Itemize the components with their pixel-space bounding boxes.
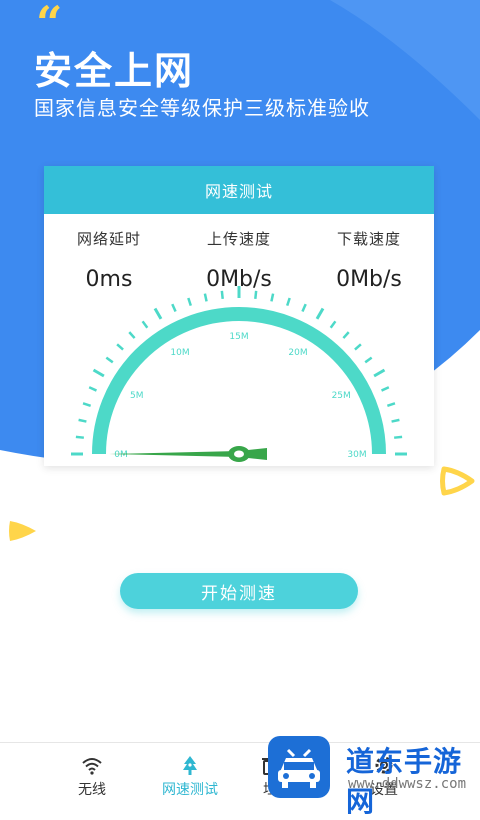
gauge-tick — [171, 303, 177, 312]
gauge-tick — [391, 418, 400, 423]
gauge-tick — [75, 435, 84, 439]
gauge-hub-center — [234, 450, 244, 458]
gauge-tick — [78, 418, 87, 423]
wifi-icon — [82, 758, 102, 775]
gauge-tick — [315, 307, 325, 320]
gauge-tick — [153, 307, 163, 320]
gauge-tick — [116, 343, 124, 351]
play-outline-icon — [440, 466, 475, 496]
watermark: 道东手游网 www.ddwwsz.com — [268, 736, 480, 818]
gauge-tick — [364, 356, 373, 364]
gauge-tick — [254, 290, 258, 299]
gauge-tick — [373, 368, 386, 378]
speedtest-icon — [183, 756, 197, 775]
gauge-tick — [354, 343, 362, 351]
gauge-tick — [105, 356, 114, 364]
watermark-url: www.ddwwsz.com — [348, 776, 467, 792]
gauge-label: 25M — [332, 391, 351, 401]
gauge-needle — [109, 446, 267, 462]
gauge-label: 5M — [130, 391, 144, 401]
gauge-label: 0M — [114, 450, 128, 460]
gauge-tick — [82, 402, 92, 407]
car-icon — [278, 748, 320, 788]
gauge-tick — [329, 320, 337, 329]
gauge-label: 20M — [288, 348, 307, 358]
tab-wireless[interactable]: 无线 — [44, 743, 140, 801]
gauge-tick — [342, 331, 350, 339]
gauge-tick — [128, 331, 136, 339]
gauge-tick — [88, 386, 97, 392]
gauge-tick — [203, 293, 208, 302]
tab-wireless-label: 无线 — [78, 782, 106, 798]
gauge-tick — [394, 435, 403, 439]
start-test-button[interactable]: 开始测速 — [120, 573, 358, 609]
gauge-tick — [286, 297, 291, 307]
gauge-tick — [220, 290, 224, 299]
gauge-tick — [386, 402, 396, 407]
page-title: 安全上网 — [34, 49, 195, 93]
gauge-label: 30M — [347, 450, 366, 460]
speed-gauge: 0M 5M 10M 15M 20M 25M 30M — [71, 286, 407, 462]
gauge-tick — [270, 293, 275, 302]
gauge-tick — [187, 297, 192, 307]
play-shape-icon — [9, 521, 36, 541]
page-subtitle: 国家信息安全等级保护三级标准验收 — [34, 96, 370, 120]
gauge-tick — [381, 386, 390, 392]
speedtest-card: 网速测试 网络延时 0ms 上传速度 0Mb/s 下载速度 0Mb/s 0M 5M… — [44, 166, 434, 466]
gauge-label: 10M — [170, 348, 189, 358]
gauge-tick — [92, 368, 105, 378]
gauge-label: 15M — [229, 332, 248, 342]
watermark-logo — [268, 736, 330, 798]
gauge-tick — [141, 320, 149, 329]
gauge-tick — [301, 303, 307, 312]
